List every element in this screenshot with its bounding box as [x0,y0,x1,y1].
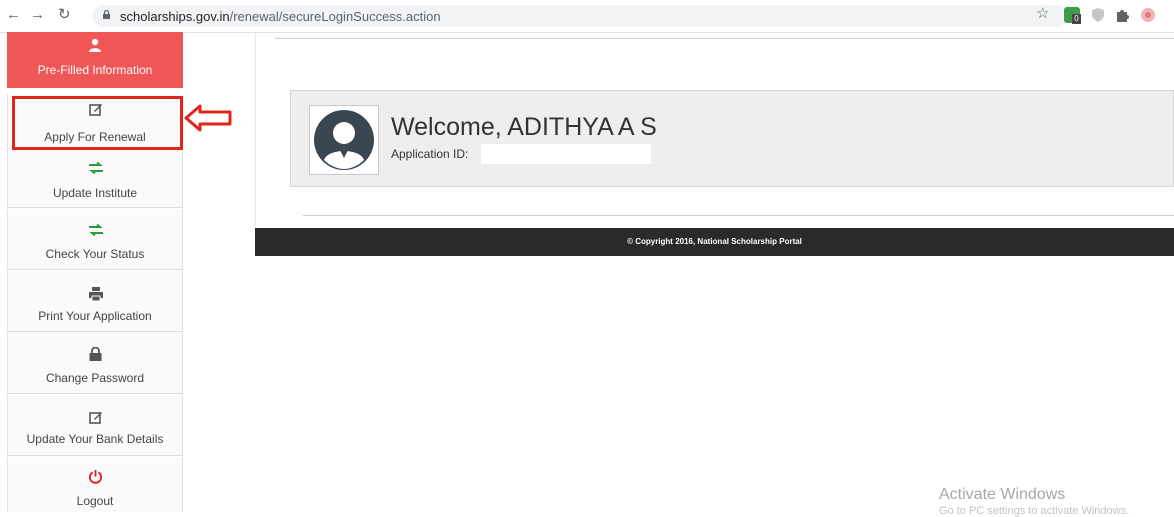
url-text: scholarships.gov.in/renewal/secureLoginS… [120,9,441,24]
page-footer: © Copyright 2016, National Scholarship P… [255,228,1174,256]
print-icon [89,287,103,301]
lock-icon [103,10,110,19]
exchange-icon [89,162,103,174]
application-id-value [481,144,651,164]
activate-windows-title: Activate Windows [939,486,1066,503]
sidebar-item-label: Pre-Filled Information [37,63,153,77]
browser-toolbar: ← → ↻ scholarships.gov.in/renewal/secure… [0,0,1174,33]
back-arrow-icon[interactable]: ← [6,6,21,24]
sidebar-item-label: Update Your Bank Details [26,432,164,446]
lock-icon [89,347,102,361]
extension-badge: 0 [1072,14,1081,24]
page-edge [255,32,256,256]
sidebar-item-pre-filled-information[interactable]: Pre-Filled Information [7,32,183,88]
sidebar-item-check-your-status[interactable]: Check Your Status [7,209,183,270]
url-host: scholarships.gov.in [120,9,230,24]
sidebar-item-label: Print Your Application [38,309,152,323]
application-id-label: Application ID: [391,147,469,161]
highlight-box [12,96,183,150]
edit-icon [89,412,102,424]
forward-arrow-icon[interactable]: → [30,6,45,24]
reload-icon[interactable]: ↻ [58,6,71,24]
sidebar-item-print-your-application[interactable]: Print Your Application [7,271,183,332]
shield-icon[interactable] [1090,7,1106,23]
welcome-panel: Welcome, ADITHYA A S Application ID: [290,90,1174,187]
divider [303,215,1174,216]
sidebar-item-label: Check Your Status [45,247,145,261]
url-path: /renewal/secureLoginSuccess.action [229,9,441,24]
extension-shield-icon[interactable]: 0 [1064,7,1081,24]
welcome-heading: Welcome, ADITHYA A S [391,113,657,141]
divider [275,38,1174,39]
exchange-icon [89,224,103,236]
avatar [309,105,379,175]
sidebar-item-label: Logout [76,494,114,508]
power-icon [88,469,103,484]
annotation-arrow-icon [184,104,232,132]
sidebar-item-label: Change Password [45,371,145,385]
user-avatar-icon [314,110,374,170]
activate-windows-subtitle: Go to PC settings to activate Windows. [939,505,1130,517]
sidebar-item-logout[interactable]: Logout [7,457,183,512]
extensions-puzzle-icon[interactable] [1114,7,1130,23]
bookmark-star-icon[interactable]: ☆ [1036,4,1049,22]
address-bar[interactable]: scholarships.gov.in/renewal/secureLoginS… [92,5,1067,27]
copyright-text: © Copyright 2016, National Scholarship P… [627,237,802,246]
sidebar-item-update-institute[interactable]: Update Institute [7,147,183,208]
user-icon [89,38,101,52]
profile-avatar-icon[interactable] [1140,7,1156,23]
sidebar-item-update-your-bank-details[interactable]: Update Your Bank Details [7,395,183,456]
sidebar-item-change-password[interactable]: Change Password [7,333,183,394]
sidebar-item-label: Update Institute [52,186,138,200]
